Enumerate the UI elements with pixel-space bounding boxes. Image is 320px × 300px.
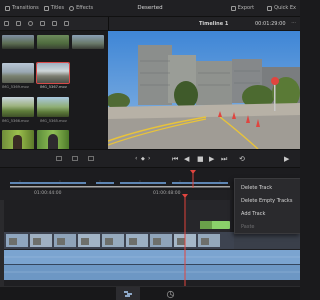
menu-item-paste[interactable]: Paste (241, 224, 255, 230)
list-mode-icon[interactable] (88, 156, 94, 161)
metadata-view-icon[interactable] (72, 156, 78, 161)
grid-view-icon[interactable] (52, 21, 57, 26)
search-icon[interactable] (28, 21, 33, 26)
transitions-icon (5, 5, 10, 11)
media-clip-thumbnail[interactable] (2, 130, 34, 150)
person-figure-icon (48, 134, 58, 150)
export-label: Export (237, 5, 255, 11)
viewer-frame-image (106, 31, 300, 150)
jog-right-icon[interactable]: › (148, 155, 150, 162)
quick-export-label: Quick Ex (274, 5, 296, 11)
effects-button[interactable]: Effects (69, 5, 93, 11)
render-page-tab[interactable] (158, 287, 182, 300)
effects-icon (69, 5, 75, 11)
media-clip-thumbnail[interactable] (2, 35, 34, 49)
titles-button[interactable]: Titles (43, 5, 65, 11)
media-pool-footer (0, 149, 108, 168)
timeline-name[interactable]: Timeline 1 (199, 21, 228, 27)
media-pool: IMG_5369.mov IMG_5367.mov IMG_5366.mov I… (0, 31, 108, 156)
play-icon[interactable]: ▶ (209, 155, 214, 163)
export-icon (230, 5, 236, 11)
quick-export-icon (267, 5, 273, 11)
viewer-header: Timeline 1 00:01:29:00 ··· (108, 17, 300, 31)
top-right-actions: Export Quick Ex (226, 5, 296, 11)
next-frame-icon[interactable]: ▶ (284, 155, 289, 163)
clip-label: IMG_5365.mov (40, 119, 67, 123)
menu-item-delete-empty-tracks[interactable]: Delete Empty Tracks (241, 198, 292, 204)
media-clip-thumbnail[interactable] (72, 35, 104, 49)
timeline-timecode-left: 01:00:44:00 (34, 191, 62, 196)
jog-left-icon[interactable]: ‹ (135, 155, 137, 162)
media-pool-toolbar (0, 17, 108, 31)
quick-export-button[interactable]: Quick Ex (267, 5, 296, 11)
edit-page-tab[interactable] (116, 287, 140, 300)
viewer-menu-icon[interactable]: ··· (291, 20, 296, 26)
stop-icon[interactable]: ■ (197, 155, 204, 163)
timeline-timecode-right: 01:00:48:00 (153, 191, 181, 196)
media-clip-thumbnail[interactable] (2, 97, 34, 117)
menu-item-add-track[interactable]: Add Track (241, 211, 265, 217)
media-clip-thumbnail[interactable] (2, 63, 34, 83)
import-media-icon[interactable] (4, 21, 9, 26)
storyboard-view-icon[interactable] (56, 156, 62, 161)
top-toolbar: Transitions Titles Effects Deserted Expo… (0, 0, 300, 17)
loop-icon[interactable]: ⟲ (239, 155, 245, 163)
sort-icon[interactable] (40, 21, 45, 26)
media-clip-thumbnail-selected[interactable] (36, 62, 70, 84)
playhead-diamond-icon[interactable]: ◆ (141, 156, 145, 162)
list-view-icon[interactable] (16, 21, 21, 26)
person-figure-icon (13, 135, 22, 150)
more-options-icon[interactable] (64, 21, 69, 26)
media-clip-thumbnail[interactable] (37, 97, 69, 117)
transitions-label: Transitions (12, 5, 39, 11)
rewind-to-start-icon[interactable]: ⏮ (172, 155, 178, 164)
track-context-menu: Delete Track Delete Empty Tracks Add Tra… (234, 178, 300, 234)
play-reverse-icon[interactable]: ◀ (184, 155, 189, 163)
video-editor-app: Transitions Titles Effects Deserted Expo… (0, 0, 300, 300)
clip-label: IMG_5367.mov (40, 85, 67, 89)
media-clip-thumbnail[interactable] (37, 130, 69, 150)
titles-label: Titles (50, 5, 65, 11)
video-viewer[interactable] (106, 31, 300, 150)
clip-label: IMG_5369.mov (2, 85, 29, 89)
effects-label: Effects (76, 5, 94, 11)
skip-to-end-icon[interactable]: ⏭ (221, 155, 227, 164)
edit-page-icon (124, 291, 132, 297)
viewer-timecode: 00:01:29:00 (255, 21, 286, 27)
clip-label: IMG_5366.mov (2, 119, 29, 123)
titles-icon (43, 5, 49, 11)
page-switcher-bar (0, 286, 300, 300)
render-page-icon (166, 290, 174, 298)
menu-item-delete-track[interactable]: Delete Track (241, 185, 272, 191)
media-clip-thumbnail[interactable] (37, 35, 69, 49)
transitions-button[interactable]: Transitions (5, 5, 39, 11)
export-button[interactable]: Export (230, 5, 255, 11)
